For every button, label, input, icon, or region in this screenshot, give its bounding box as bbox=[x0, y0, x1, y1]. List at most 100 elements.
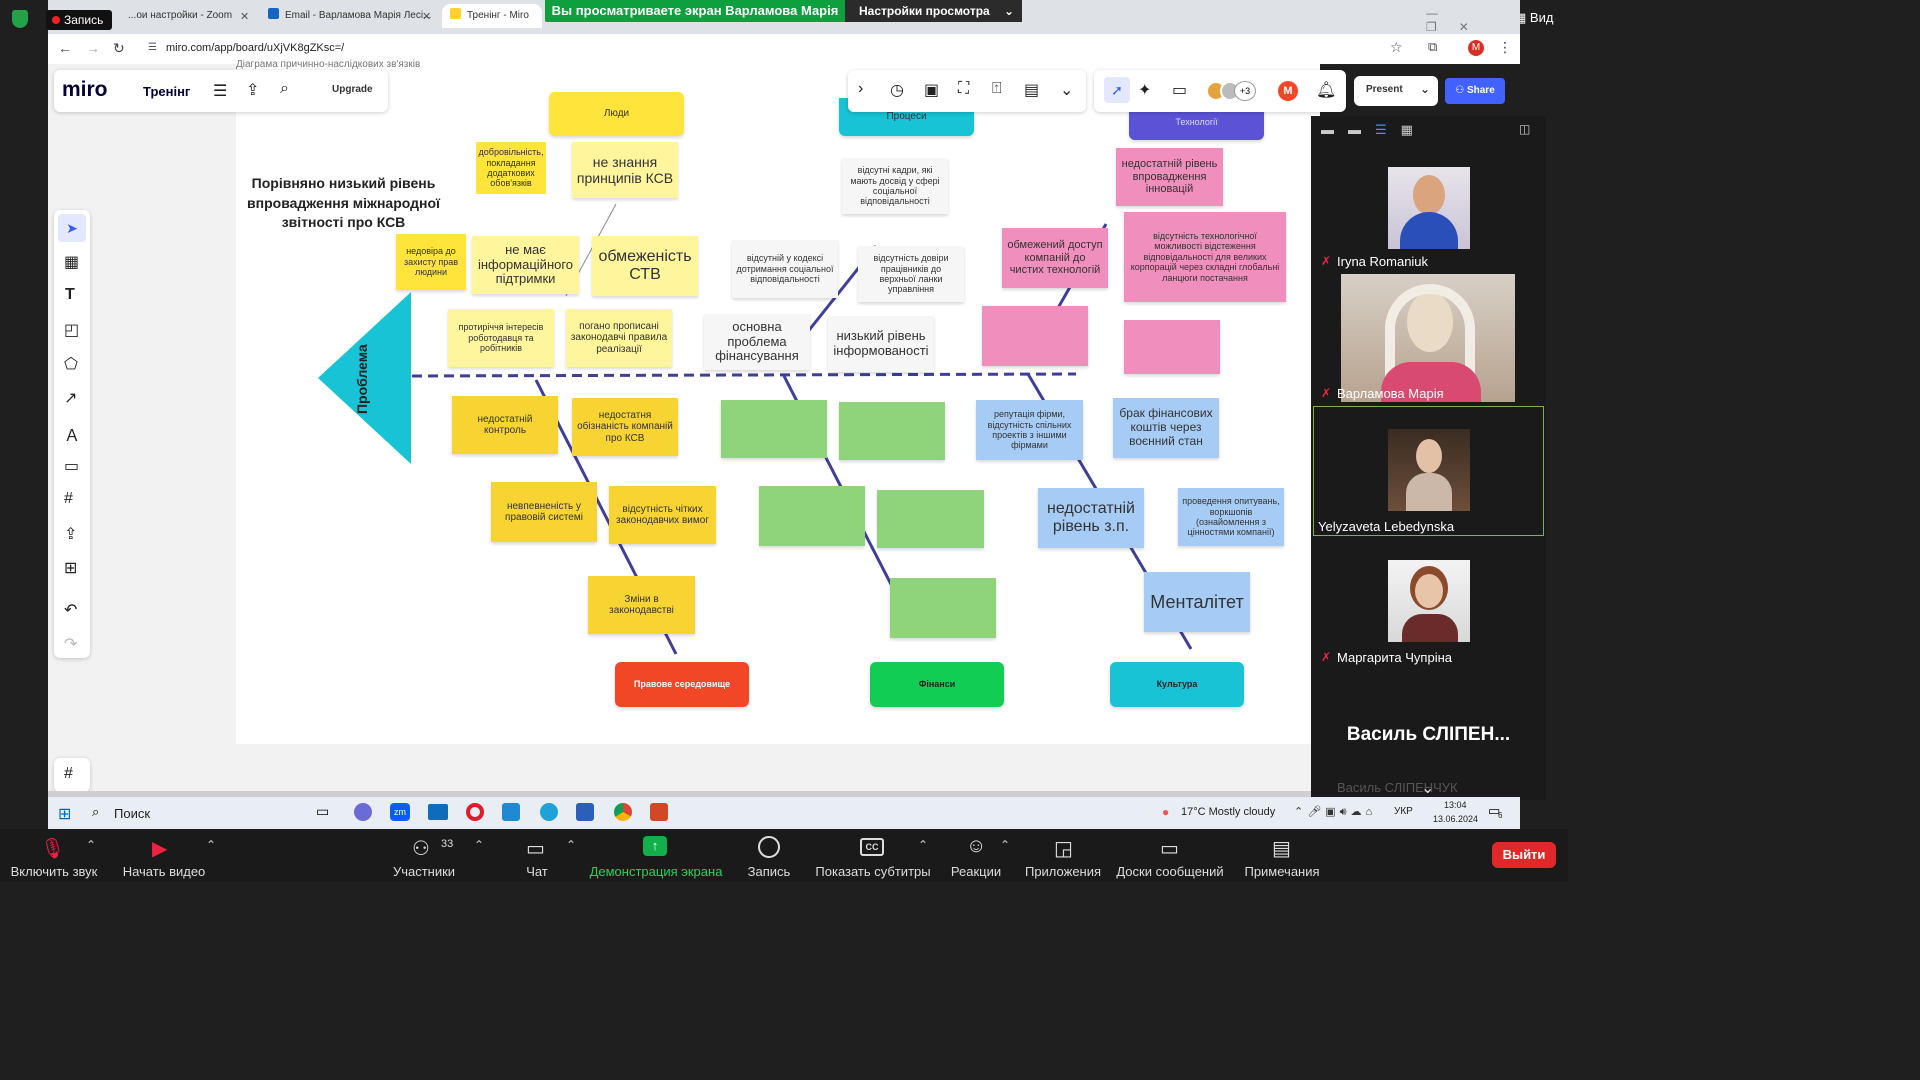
share-screen-button[interactable]: Демонстрация экрана bbox=[586, 864, 726, 879]
tray-icons[interactable]: ⌃🎤︎▣🔊︎☁⌂ bbox=[1294, 805, 1376, 819]
undo-icon[interactable]: ↶ bbox=[64, 600, 77, 620]
cc-icon[interactable]: CC bbox=[860, 838, 884, 856]
bookmark-star-icon[interactable]: ☆ bbox=[1390, 39, 1403, 56]
video-tile-active[interactable]: Yelyzaveta Lebedynska bbox=[1313, 406, 1544, 536]
connection-line-icon[interactable]: ↗ bbox=[64, 388, 77, 408]
board-name[interactable]: Тренінг bbox=[143, 84, 190, 99]
chat-icon[interactable]: ▭ bbox=[526, 836, 545, 861]
bell-icon[interactable]: 🔔︎ bbox=[1316, 80, 1336, 100]
category-finance[interactable]: Фінанси bbox=[870, 662, 1004, 707]
mic-muted-icon[interactable]: 🎙︎ bbox=[40, 836, 65, 861]
sticky-note[interactable]: відсутність технологічної можливості від… bbox=[1124, 212, 1286, 302]
close-icon[interactable]: ✕ bbox=[240, 10, 249, 23]
sticky-note[interactable]: відсутність довіри працівників до верхнь… bbox=[858, 246, 964, 302]
sticky-note[interactable]: недостатня обізнаність компаній про КСВ bbox=[572, 398, 678, 456]
edge-icon[interactable] bbox=[540, 803, 558, 821]
user-avatar[interactable]: M bbox=[1278, 81, 1298, 101]
screenshot-icon[interactable]: ⛶ bbox=[958, 80, 969, 98]
sticky-note[interactable]: брак фінансових коштів через воєнний ста… bbox=[1113, 398, 1219, 458]
vscode-icon[interactable] bbox=[502, 803, 520, 821]
video-tile[interactable]: ✗ Варламова Марія bbox=[1311, 274, 1546, 404]
video-tile[interactable]: Василь СЛІПЕН... Василь СЛІПЕНЧУК ⌄ bbox=[1311, 674, 1546, 800]
apps-button[interactable]: Приложения bbox=[1022, 864, 1104, 879]
add-more-icon[interactable]: ⊞ bbox=[64, 558, 77, 578]
pen-icon[interactable]: Ａ bbox=[64, 422, 80, 446]
video-tile[interactable]: ✗ Iryna Romaniuk bbox=[1311, 152, 1546, 272]
frame-icon[interactable]: # bbox=[64, 490, 73, 508]
url-field[interactable]: ☰ miro.com/app/board/uXjVK8gZKsc=/ bbox=[140, 38, 1380, 60]
search-icon[interactable]: ⌕ bbox=[280, 80, 289, 98]
start-video-button[interactable]: Начать видео bbox=[118, 864, 210, 879]
word-icon[interactable] bbox=[576, 803, 594, 821]
notes-icon[interactable]: ▤ bbox=[1272, 836, 1291, 861]
sticky-note[interactable]: протиріччя інтересів роботодавця та робі… bbox=[448, 309, 554, 367]
sticky-note[interactable]: відсутній у кодексі дотримання соціально… bbox=[732, 240, 838, 298]
comment-icon[interactable]: ▭ bbox=[64, 456, 79, 476]
sticky-note[interactable] bbox=[877, 490, 984, 548]
whiteboards-icon[interactable]: ▭ bbox=[1160, 836, 1179, 861]
sticky-note[interactable] bbox=[759, 486, 865, 546]
view-settings-button[interactable]: Настройки просмотра ⌄ bbox=[845, 0, 1022, 22]
sticky-note[interactable]: не знання принципів КСВ bbox=[572, 142, 678, 198]
tab-zoom[interactable]: ...ои настройки - Zoom bbox=[90, 4, 260, 28]
sticky-note[interactable]: невпевненість у правовій системі bbox=[491, 482, 597, 542]
reactions-icon[interactable]: ✦ bbox=[1138, 80, 1151, 100]
opera-icon[interactable] bbox=[466, 803, 484, 821]
comments-icon[interactable]: ▭ bbox=[1172, 80, 1187, 100]
chevron-down-icon[interactable]: ⌄ bbox=[1421, 778, 1434, 798]
tab-email[interactable]: Email - Варламова Марія Лесі... bbox=[260, 4, 440, 28]
category-legal[interactable]: Правове середовище bbox=[615, 662, 749, 707]
sticky-note[interactable] bbox=[721, 400, 827, 458]
reactions-icon[interactable]: ☺ bbox=[966, 835, 986, 858]
diagram-heading[interactable]: Порівняно низький рівень впровадження мі… bbox=[236, 174, 451, 233]
tab-miro[interactable]: Тренінг - Miro bbox=[442, 4, 542, 28]
redo-icon[interactable]: ↷ bbox=[64, 634, 77, 654]
close-icon[interactable]: ✕ bbox=[422, 10, 431, 23]
upgrade-button[interactable]: Upgrade bbox=[332, 84, 373, 95]
window-controls[interactable]: —❐✕ bbox=[1426, 6, 1520, 34]
sticky-note[interactable]: відсутні кадри, які мають досвід у сфері… bbox=[842, 158, 948, 214]
sticky-note[interactable] bbox=[839, 402, 945, 460]
embed-icon[interactable]: ▣ bbox=[924, 80, 939, 100]
sticky-note[interactable]: репутація фірми, відсутність спільних пр… bbox=[976, 400, 1083, 460]
sticky-note[interactable]: проведення опитувань, воркшопів (ознайом… bbox=[1178, 488, 1284, 546]
sticky-note[interactable]: недовіра до захисту прав людини bbox=[396, 234, 466, 290]
export-icon[interactable]: ⇪ bbox=[246, 80, 259, 100]
category-culture[interactable]: Культура bbox=[1110, 662, 1244, 707]
sticky-note[interactable]: недостатній рівень впровадження інноваці… bbox=[1116, 148, 1223, 206]
sticky-note[interactable]: добровільність, покладання додаткових об… bbox=[476, 142, 546, 194]
back-icon[interactable]: ← bbox=[58, 40, 72, 56]
video-off-icon[interactable]: ▶︎ bbox=[152, 836, 167, 861]
chevron-up-icon[interactable]: ⌃ bbox=[86, 838, 96, 852]
clock-date[interactable]: 13.06.2024 bbox=[1433, 814, 1478, 824]
sticky-note[interactable]: не має інформаційного підтримки bbox=[472, 236, 579, 294]
task-view-icon[interactable]: ▭ bbox=[316, 803, 329, 820]
mail-icon[interactable] bbox=[428, 804, 448, 820]
sticky-note[interactable]: обмежений доступ компаній до чистих техн… bbox=[1002, 228, 1108, 288]
sticky-note[interactable]: недостатній контроль bbox=[452, 396, 558, 454]
taskbar-search[interactable]: ⌕ Поиск bbox=[86, 801, 286, 825]
chevron-right-icon[interactable]: › bbox=[858, 80, 863, 98]
site-info-icon[interactable]: ☰ bbox=[148, 42, 157, 53]
collaborator-avatars[interactable]: +3 bbox=[1206, 81, 1260, 101]
sticky-note[interactable]: недостатній рівень з.п. bbox=[1038, 488, 1144, 548]
record-icon[interactable] bbox=[758, 836, 780, 858]
sticky-note[interactable]: Менталітет bbox=[1144, 572, 1250, 632]
chevron-up-icon[interactable]: ⌃ bbox=[566, 838, 576, 852]
unmute-button[interactable]: Включить звук bbox=[4, 864, 104, 879]
powerpoint-icon[interactable] bbox=[650, 803, 668, 821]
copilot-icon[interactable] bbox=[354, 803, 372, 821]
reactions-button[interactable]: Реакции bbox=[950, 864, 1002, 879]
sticky-note[interactable]: основна проблема фінансування bbox=[704, 314, 810, 370]
miro-canvas[interactable]: Діаграма причинно-наслідкових зв'язків П… bbox=[48, 59, 1505, 797]
video-tile[interactable]: ✗ Маргарита Чупріна bbox=[1311, 540, 1546, 670]
sticky-note[interactable]: погано прописані законодавчі правила реа… bbox=[566, 309, 672, 367]
extensions-icon[interactable]: ⧉ bbox=[1428, 39, 1437, 55]
chevron-up-icon[interactable]: ⌃ bbox=[1000, 838, 1010, 852]
cursor-icon[interactable]: ➚ bbox=[1104, 77, 1130, 103]
zoom-app-icon[interactable]: zm bbox=[390, 803, 410, 821]
vote-icon[interactable]: ⍐ bbox=[992, 80, 1002, 98]
sticky-note[interactable] bbox=[890, 578, 996, 638]
language-indicator[interactable]: УКР bbox=[1394, 806, 1413, 817]
category-people[interactable]: Люди bbox=[549, 92, 684, 136]
